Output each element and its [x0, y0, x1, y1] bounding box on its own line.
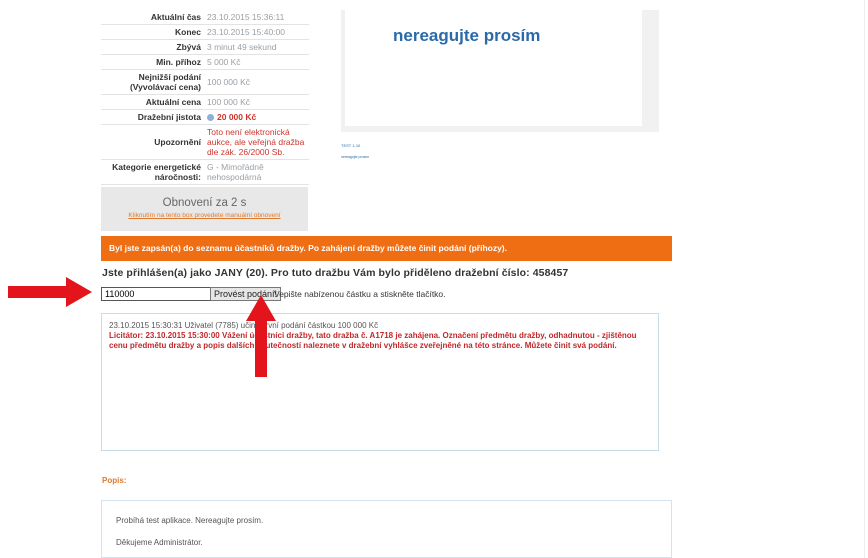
row-min-increment: Min. příhoz 5 000 Kč	[101, 54, 309, 70]
value: 3 minut 49 sekund	[203, 39, 309, 55]
bid-hint: Vepište nabízenou částku a stiskněte tla…	[274, 289, 446, 299]
refresh-title: Obnovení za 2 s	[162, 197, 247, 209]
value: G - Mimořádně nehospodárná	[203, 159, 309, 185]
row-remaining: Zbývá 3 minut 49 sekund	[101, 39, 309, 55]
label: Upozornění	[101, 124, 203, 160]
page-border	[864, 0, 865, 558]
row-warning: Upozornění Toto není elektronická aukce,…	[101, 124, 309, 160]
row-energy-category: Kategorie energetické náročnosti: G - Mi…	[101, 159, 309, 185]
manual-refresh-link[interactable]: Kliknutím na tento box provedete manuáln…	[101, 212, 308, 219]
label: Kategorie energetické náročnosti:	[101, 159, 203, 185]
description-line-2: Děkujeme Administrátor.	[116, 538, 203, 547]
banner-inner: nereagujte prosím	[345, 10, 642, 126]
auction-log[interactable]: 23.10.2015 15:30:31 Uživatel (7785) učin…	[101, 313, 659, 451]
label: Aktuální cena	[101, 94, 203, 110]
logged-in-info: Jste přihlášen(a) jako JANY (20). Pro tu…	[102, 267, 569, 279]
refresh-box[interactable]: Obnovení za 2 s Kliknutím na tento box p…	[101, 187, 308, 231]
arrow-up-icon	[246, 295, 276, 377]
row-current-time: Aktuální čas 23.10.2015 15:36:11	[101, 10, 309, 25]
arrow-right-icon	[8, 277, 92, 307]
row-end: Konec 23.10.2015 15:40:00	[101, 24, 309, 40]
value: 23.10.2015 15:40:00	[203, 24, 309, 40]
row-lowest-bid: Nejnižší podání (Vyvolávací cena) 100 00…	[101, 69, 309, 95]
bid-amount-input[interactable]	[101, 287, 215, 301]
banner-caption[interactable]: TEST 1-10	[341, 143, 360, 148]
banner-caption-2[interactable]: nereagujte prosím	[341, 155, 369, 159]
label: Dražební jistota	[101, 109, 203, 125]
value: 100 000 Kč	[203, 94, 309, 110]
log-entry-auctioneer: Licitátor: 23.10.2015 15:30:00 Vážení úč…	[109, 331, 637, 350]
auction-info-table: Aktuální čas 23.10.2015 15:36:11 Konec 2…	[101, 10, 309, 185]
label: Zbývá	[101, 39, 203, 55]
value: Toto není elektronická aukce, ale veřejn…	[203, 124, 309, 160]
banner-text: nereagujte prosím	[393, 26, 541, 45]
registration-notice: Byl jste zapsán(a) do seznamu účastníků …	[101, 236, 672, 261]
description-box: Probíhá test aplikace. Nereagujte prosím…	[101, 500, 672, 558]
label: Nejnižší podání (Vyvolávací cena)	[101, 69, 203, 95]
row-current-price: Aktuální cena 100 000 Kč	[101, 94, 309, 110]
description-heading: Popis:	[102, 476, 127, 485]
label: Min. příhoz	[101, 54, 203, 70]
description-line-1: Probíhá test aplikace. Nereagujte prosím…	[116, 516, 264, 525]
log-entry: 23.10.2015 15:30:31 Uživatel (7785) učin…	[109, 321, 379, 330]
value-cell: 20 000 Kč	[203, 109, 309, 125]
value: 5 000 Kč	[203, 54, 309, 70]
label: Aktuální čas	[101, 10, 203, 25]
row-deposit: Dražební jistota 20 000 Kč	[101, 109, 309, 125]
label: Konec	[101, 24, 203, 40]
banner-image: nereagujte prosím	[341, 10, 659, 132]
shield-icon	[207, 114, 214, 121]
deposit-value: 20 000 Kč	[217, 112, 257, 122]
value: 100 000 Kč	[203, 69, 309, 95]
value: 23.10.2015 15:36:11	[203, 10, 309, 25]
